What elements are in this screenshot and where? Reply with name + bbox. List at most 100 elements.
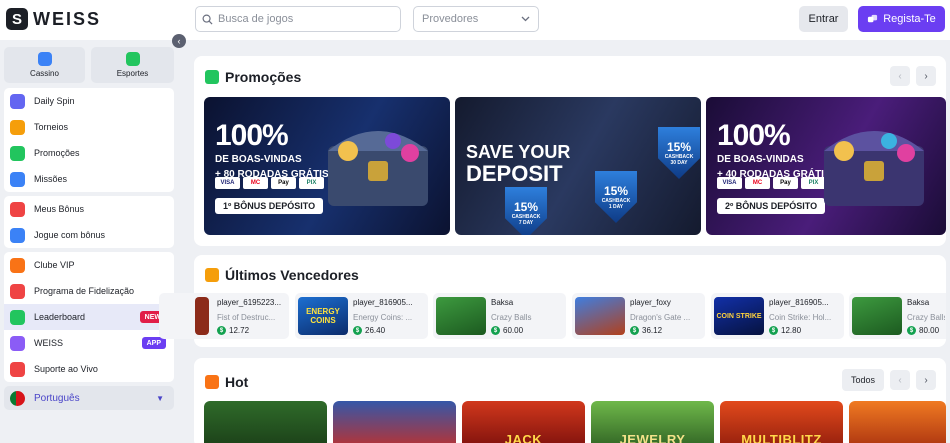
- search-input[interactable]: [218, 13, 388, 25]
- gift-icon: [10, 201, 25, 217]
- login-button[interactable]: Entrar: [799, 6, 848, 32]
- winner-card[interactable]: player_6195223... Fist of Destruc... $12…: [159, 293, 289, 339]
- hot-next-button[interactable]: ›: [916, 370, 936, 390]
- winner-amount: $60.00: [491, 326, 523, 335]
- winner-card[interactable]: Baksa Crazy Balls $60.00: [433, 293, 566, 339]
- visa-icon: VISA: [717, 177, 742, 189]
- hot-game-card[interactable]: [333, 401, 456, 443]
- winner-user: Baksa: [907, 298, 930, 307]
- winner-card[interactable]: COIN STRIKE player_816905... Coin Strike…: [711, 293, 844, 339]
- sidebar-item-play-with-bonus[interactable]: Jogue com bônus: [4, 222, 174, 248]
- hot-header: Hot: [205, 374, 248, 390]
- cashback-shield-30-day: 15% CASHBACK 30 DAY: [658, 127, 700, 179]
- sidebar-item-label: Daily Spin: [34, 96, 75, 106]
- cashback-shield-1-day: 15% CASHBACK 1 DAY: [595, 171, 637, 223]
- promo-headline-1: SAVE YOUR: [466, 142, 571, 162]
- promo-banner-welcome-1[interactable]: 100% DE BOAS-VINDAS + 80 RODADAS GRÁTIS …: [204, 97, 450, 235]
- winner-user: player_816905...: [353, 298, 413, 307]
- hot-game-card[interactable]: JEWELRY: [591, 401, 714, 443]
- sidebar-item-daily-spin[interactable]: Daily Spin: [4, 88, 174, 114]
- sidebar-group-club: Clube VIP Programa de Fidelização Leader…: [4, 252, 174, 382]
- winner-card[interactable]: Baksa Crazy Balls $80.00: [849, 293, 946, 339]
- sidebar-item-tournaments[interactable]: Torneios: [4, 114, 174, 140]
- winner-game: Coin Strike: Hol...: [769, 313, 832, 322]
- cashback-shield-7-day: 15% CASHBACK 7 DAY: [505, 187, 547, 235]
- sidebar-item-label: Promoções: [34, 148, 80, 158]
- hot-game-card[interactable]: JACK: [462, 401, 585, 443]
- winner-game: Dragon's Gate ...: [630, 313, 691, 322]
- sidebar-item-my-bonus[interactable]: Meus Bônus: [4, 196, 174, 222]
- amount-value: 60.00: [503, 326, 524, 335]
- portugal-flag-icon: [10, 390, 25, 406]
- sidebar-item-weiss-app[interactable]: WEISS APP: [4, 330, 174, 356]
- sidebar-item-live-support[interactable]: Suporte ao Vivo: [4, 356, 174, 382]
- mastercard-icon: MC: [745, 177, 770, 189]
- promotions-next-button[interactable]: ›: [916, 66, 936, 86]
- register-label: Regista-Te: [883, 13, 936, 25]
- chevron-down-icon: [521, 16, 530, 22]
- game-thumbnail: [436, 297, 486, 335]
- hot-game-card[interactable]: [849, 401, 946, 443]
- shield-days: 7 DAY: [518, 220, 534, 226]
- sidebar-item-missions[interactable]: Missões: [4, 166, 174, 192]
- fire-icon: [205, 375, 219, 389]
- mastercard-icon: MC: [243, 177, 268, 189]
- winner-game: Crazy Balls: [491, 313, 532, 322]
- promo-headline-2: DEPOSIT: [466, 161, 563, 186]
- promo-banner-cashback[interactable]: SAVE YOUR DEPOSIT 15% CASHBACK 30 DAY 15…: [455, 97, 701, 235]
- tab-casino-label: Cassino: [30, 69, 59, 78]
- treasure-chest-icon: [824, 131, 924, 206]
- game-thumbnail: COIN STRIKE: [714, 297, 764, 335]
- coin-icon: $: [769, 326, 778, 335]
- promo-line1: DE BOAS-VINDAS: [215, 154, 302, 165]
- tab-sports[interactable]: Esportes: [91, 47, 174, 83]
- vip-icon: [10, 257, 25, 273]
- bonus-play-icon: [10, 227, 25, 243]
- sidebar-item-loyalty[interactable]: Programa de Fidelização: [4, 278, 174, 304]
- app-icon: [10, 335, 25, 351]
- register-button[interactable]: Regista-Te: [858, 6, 945, 32]
- sidebar-item-promotions[interactable]: Promoções: [4, 140, 174, 166]
- missions-icon: [10, 171, 25, 187]
- shield-days: 1 DAY: [608, 204, 624, 210]
- top-bar: S WEISS Provedores Entrar Regista-Te: [0, 0, 950, 40]
- promotions-prev-button[interactable]: ‹: [890, 66, 910, 86]
- winner-amount: $36.12: [630, 326, 662, 335]
- sidebar-item-label: Suporte ao Vivo: [34, 364, 98, 374]
- coin-icon: $: [491, 326, 500, 335]
- winner-card[interactable]: ENERGY COINS player_816905... Energy Coi…: [295, 293, 428, 339]
- winner-amount: $12.80: [769, 326, 801, 335]
- promotions-title: Promoções: [225, 69, 302, 85]
- sidebar-item-vip-club[interactable]: Clube VIP: [4, 252, 174, 278]
- hot-game-card[interactable]: MULTIBLITZ: [720, 401, 843, 443]
- winners-title: Últimos Vencedores: [225, 267, 359, 283]
- hot-game-label: JACK: [504, 432, 543, 443]
- logo-text: WEISS: [33, 8, 102, 29]
- sidebar-item-leaderboard[interactable]: Leaderboard NEW: [4, 304, 174, 330]
- amount-value: 12.80: [781, 326, 802, 335]
- leaderboard-icon: [10, 309, 25, 325]
- trophy-icon: [10, 119, 25, 135]
- payment-methods: VISA MC Pay PIX: [717, 177, 826, 189]
- winner-user: player_foxy: [630, 298, 671, 307]
- shield-days: 30 DAY: [670, 160, 688, 166]
- game-thumbnail: [852, 297, 902, 335]
- promo-banner-welcome-2[interactable]: 100% DE BOAS-VINDAS + 40 RODADAS GRÁTIS …: [706, 97, 946, 235]
- winner-card[interactable]: player_foxy Dragon's Gate ... $36.12: [572, 293, 705, 339]
- providers-select[interactable]: Provedores: [413, 6, 539, 32]
- tab-sports-label: Esportes: [116, 69, 149, 78]
- language-selector[interactable]: Português ▼: [4, 386, 174, 410]
- coin-icon: $: [907, 326, 916, 335]
- collapse-sidebar-icon[interactable]: ‹: [172, 34, 186, 48]
- hot-all-button[interactable]: Todos: [842, 369, 884, 391]
- apple-pay-icon: Pay: [773, 177, 798, 189]
- sidebar-item-label: Clube VIP: [34, 260, 75, 270]
- tab-casino[interactable]: Cassino: [4, 47, 85, 83]
- hot-game-card[interactable]: [204, 401, 327, 443]
- promo-pill: 1º BÔNUS DEPÓSITO: [215, 198, 324, 214]
- logo[interactable]: S WEISS: [6, 7, 101, 31]
- hot-game-label: MULTIBLITZ: [741, 432, 822, 443]
- search-box[interactable]: [195, 6, 401, 32]
- winners-header: Últimos Vencedores: [205, 267, 359, 283]
- hot-prev-button[interactable]: ‹: [890, 370, 910, 390]
